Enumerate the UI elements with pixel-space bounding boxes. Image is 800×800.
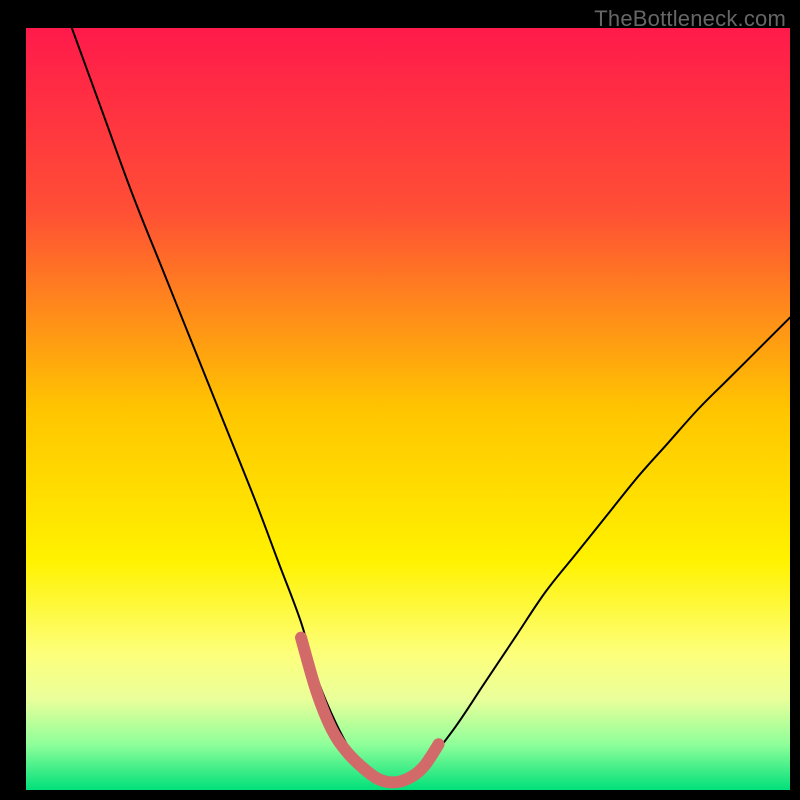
plot-background: [26, 28, 790, 790]
watermark-text: TheBottleneck.com: [594, 6, 786, 32]
bottleneck-chart: [0, 0, 800, 800]
chart-frame: TheBottleneck.com: [0, 0, 800, 800]
